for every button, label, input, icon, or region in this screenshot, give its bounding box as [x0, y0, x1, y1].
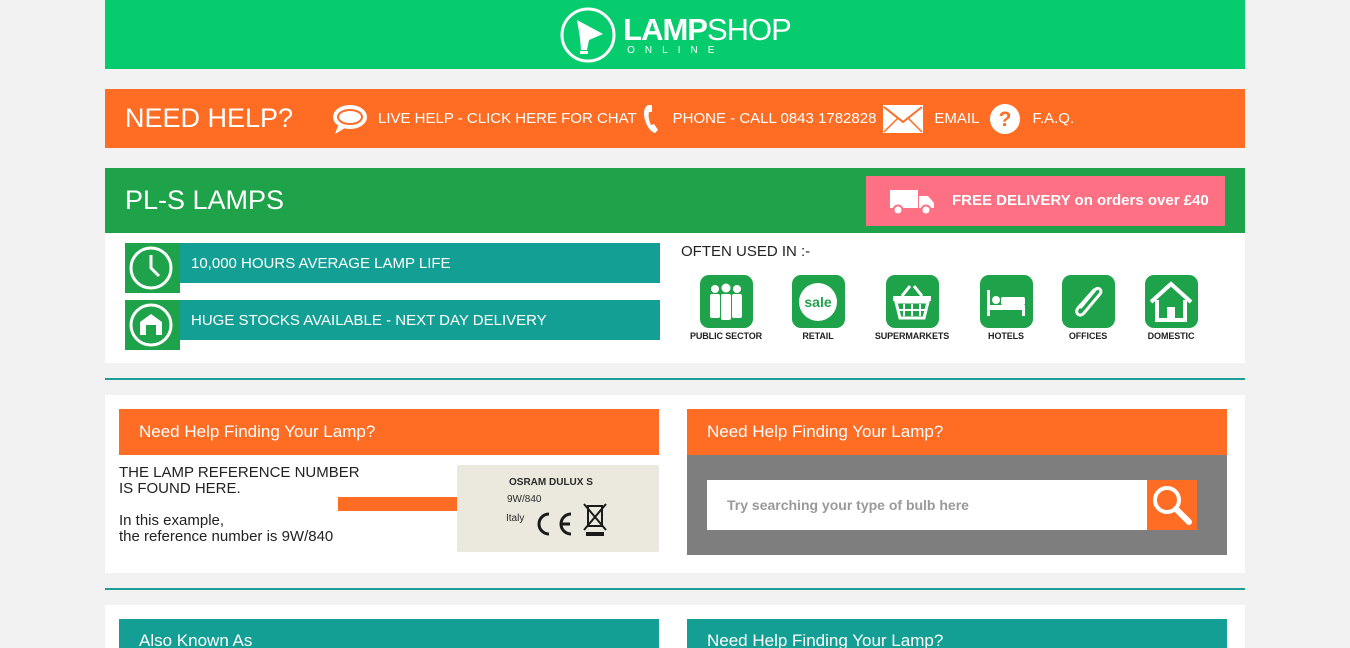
house-icon	[1149, 280, 1193, 322]
sale-tag-icon: sale	[799, 282, 837, 321]
sector-label: PUBLIC SECTOR	[689, 331, 763, 341]
features-panel: 10,000 HOURS AVERAGE LAMP LIFE HUGE STOC…	[105, 233, 1245, 363]
phone-icon	[643, 104, 658, 133]
chat-bubble-icon	[333, 104, 367, 134]
question-icon: ?	[990, 103, 1021, 134]
bulb-search-input[interactable]	[707, 480, 1147, 530]
bottom-section: Also Known As Need Help Finding Your Lam…	[105, 605, 1245, 648]
svg-text:sale: sale	[804, 294, 831, 310]
sector-retail[interactable]: sale RETAIL	[773, 275, 863, 341]
sector-hotels[interactable]: HOTELS	[961, 275, 1051, 341]
label-origin: Italy	[506, 513, 525, 524]
free-delivery-banner[interactable]: FREE DELIVERY on orders over £40	[866, 175, 1225, 226]
sector-supermarkets[interactable]: SUPERMARKETS	[867, 275, 957, 341]
lamp-label-photo: OSRAM DULUX S 9W/840 Italy	[457, 465, 659, 552]
phone-link[interactable]: PHONE - CALL 0843 1782828	[641, 103, 877, 135]
category-bar: PL-S LAMPS FREE DELIVERY on orders over …	[105, 168, 1245, 233]
email-label: EMAIL	[934, 110, 980, 127]
clock-icon	[129, 246, 173, 290]
ce-mark-icon	[537, 512, 572, 536]
help-bar: NEED HELP? LIVE HELP - CLICK HERE FOR CH…	[105, 89, 1245, 148]
finder-right-heading: Need Help Finding Your Lamp?	[687, 409, 1227, 455]
bed-icon	[987, 289, 1025, 316]
magnifier-icon	[1153, 486, 1192, 525]
faq-link[interactable]: ? F.A.Q.	[989, 103, 1074, 135]
also-known-as-heading: Also Known As	[119, 619, 659, 648]
live-help-label: LIVE HELP - CLICK HERE FOR CHAT	[378, 110, 637, 127]
bottom-finder-heading: Need Help Finding Your Lamp?	[687, 619, 1227, 648]
sector-public[interactable]: PUBLIC SECTOR	[681, 275, 771, 341]
feature-label: HUGE STOCKS AVAILABLE - NEXT DAY DELIVER…	[180, 300, 660, 340]
basket-icon	[893, 284, 931, 319]
bulb-logo-icon	[560, 7, 616, 62]
label-brand: OSRAM DULUX S	[509, 477, 593, 488]
ref-line-1: THE LAMP REFERENCE NUMBER	[119, 464, 360, 481]
section-divider	[105, 378, 1245, 380]
lamp-finder-section: Need Help Finding Your Lamp? THE LAMP RE…	[105, 395, 1245, 573]
logo-word-bold: LAMP	[623, 11, 708, 47]
sector-offices[interactable]: OFFICES	[1043, 275, 1133, 341]
site-header: LAMPSHOP ONLINE	[105, 0, 1245, 69]
feature-lamp-life: 10,000 HOURS AVERAGE LAMP LIFE	[125, 243, 660, 293]
svg-text:?: ?	[999, 108, 1012, 131]
help-title: NEED HELP?	[125, 103, 294, 133]
search-panel	[687, 455, 1227, 555]
free-delivery-text: FREE DELIVERY on orders over £40	[952, 192, 1209, 209]
page-title: PL-S LAMPS	[125, 185, 285, 215]
section-divider	[105, 588, 1245, 590]
finder-left-heading: Need Help Finding Your Lamp?	[119, 409, 659, 455]
feature-label: 10,000 HOURS AVERAGE LAMP LIFE	[180, 243, 660, 283]
email-link[interactable]: EMAIL	[882, 104, 979, 134]
search-button[interactable]	[1147, 480, 1197, 530]
example-line-1: In this example,	[119, 512, 225, 529]
faq-label: F.A.Q.	[1032, 110, 1075, 127]
people-icon	[710, 283, 742, 320]
logo-subtitle: ONLINE	[627, 44, 725, 56]
van-icon	[890, 189, 934, 215]
ref-line-2: IS FOUND HERE.	[119, 480, 241, 497]
reference-explanation: THE LAMP REFERENCE NUMBER IS FOUND HERE.…	[119, 465, 360, 545]
feature-stock: HUGE STOCKS AVAILABLE - NEXT DAY DELIVER…	[125, 300, 660, 350]
phone-label: PHONE - CALL 0843 1782828	[672, 110, 877, 127]
often-used-title: OFTEN USED IN :-	[681, 243, 811, 260]
lampshop-logo[interactable]: LAMPSHOP ONLINE	[559, 6, 792, 64]
live-help-link[interactable]: LIVE HELP - CLICK HERE FOR CHAT	[330, 102, 637, 136]
sector-label: RETAIL	[802, 331, 834, 341]
weee-bin-icon	[583, 503, 607, 536]
sector-label: SUPERMARKETS	[874, 331, 950, 341]
logo-word-light: SHOP	[706, 11, 792, 47]
sector-label: HOTELS	[988, 331, 1024, 341]
example-line-2: the reference number is 9W/840	[119, 528, 334, 545]
paperclip-icon	[1075, 286, 1103, 317]
warehouse-icon	[129, 303, 173, 347]
sector-label: DOMESTIC	[1147, 331, 1195, 341]
label-code: 9W/840	[507, 494, 542, 505]
sector-label: OFFICES	[1068, 331, 1108, 341]
envelope-icon	[883, 104, 924, 133]
sector-domestic[interactable]: DOMESTIC	[1126, 275, 1216, 341]
